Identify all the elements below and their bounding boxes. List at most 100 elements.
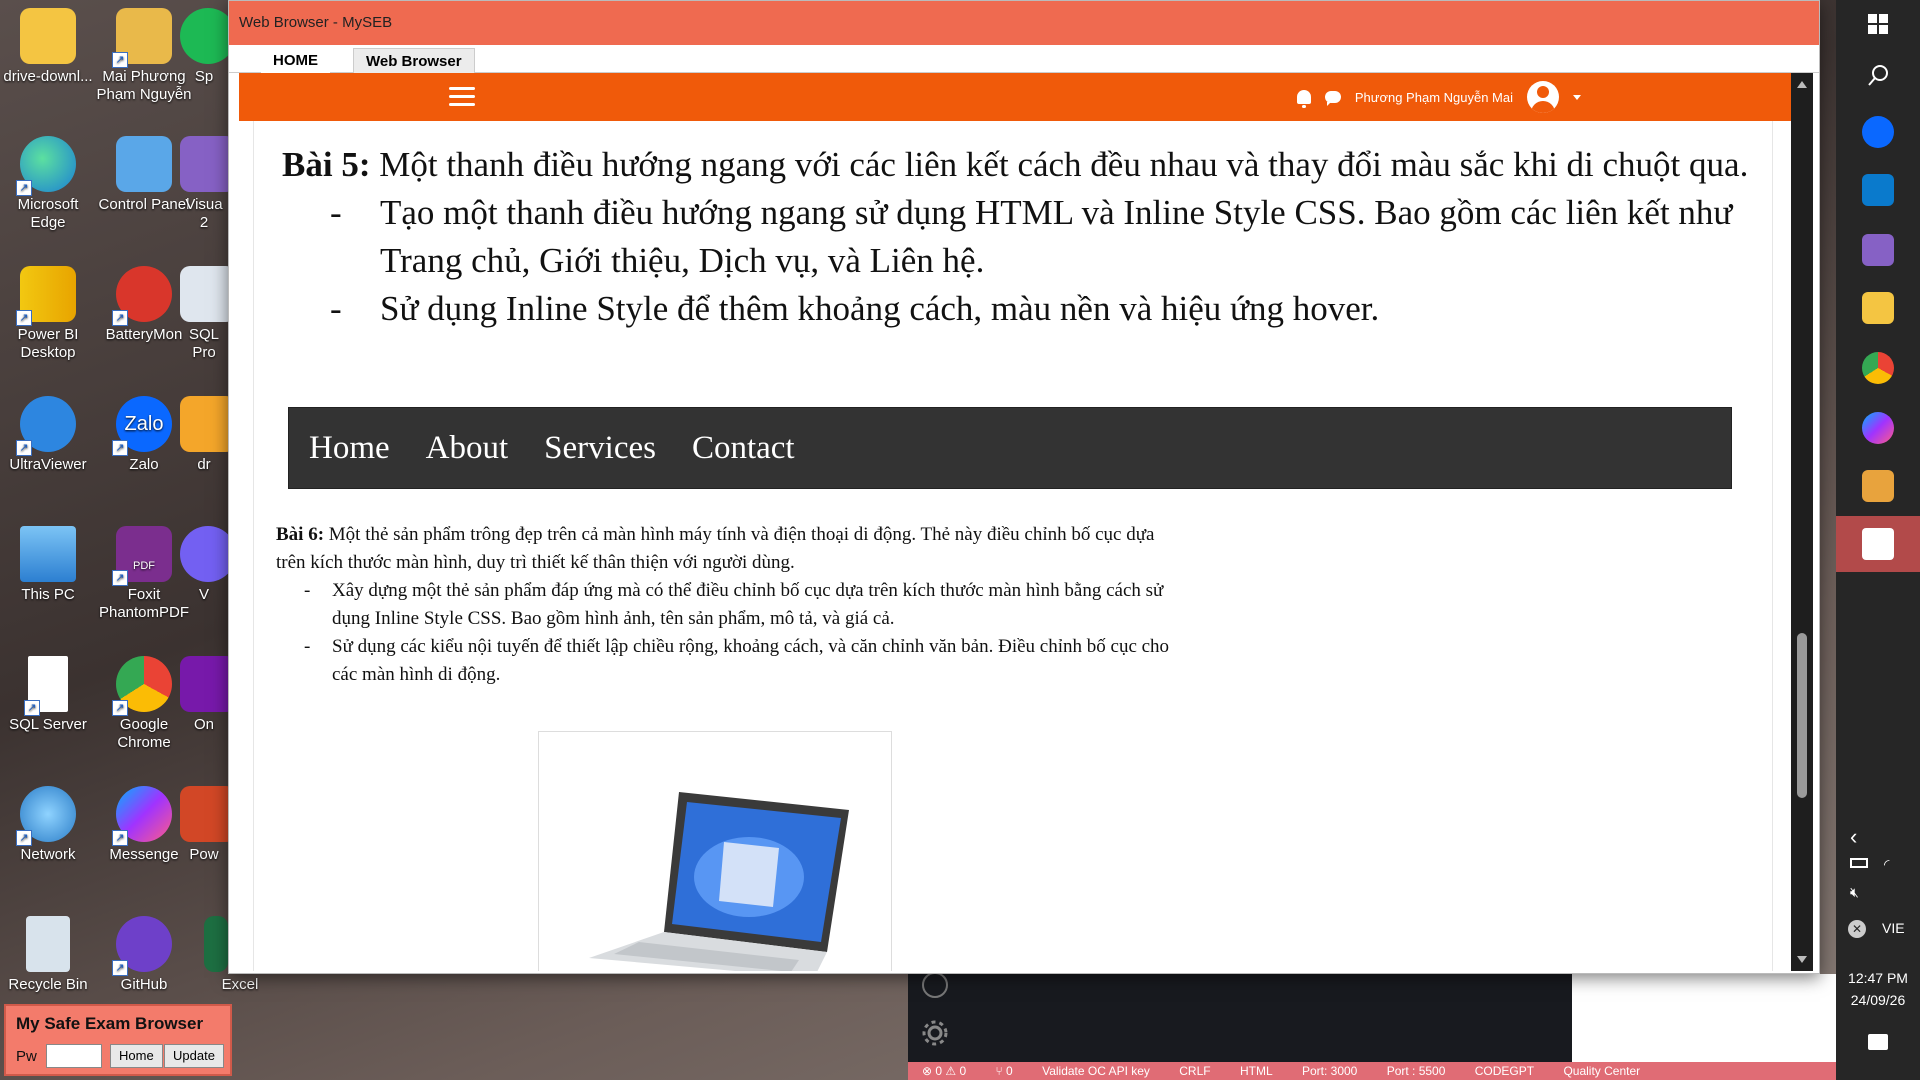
notification-icon[interactable]	[1868, 1034, 1888, 1050]
desktop-icon-powerbi[interactable]: ↗ Power BI Desktop	[0, 266, 96, 362]
close-circle-icon[interactable]: ✕	[1848, 920, 1866, 938]
tab-web-browser[interactable]: Web Browser	[353, 48, 475, 73]
messenger-taskbar-icon[interactable]	[1862, 412, 1894, 444]
update-button[interactable]: Update	[164, 1044, 224, 1068]
status-problems[interactable]: ⊗ 0 ⚠ 0	[922, 1064, 966, 1078]
desktop-icon-batterymon[interactable]: ↗ BatteryMon	[96, 266, 192, 344]
menu-icon[interactable]	[449, 87, 475, 107]
demo-nav-services[interactable]: Services	[544, 430, 656, 467]
desktop-icon-network[interactable]: ↗ Network	[0, 786, 96, 864]
desktop-icon-chrome[interactable]: ↗ Google Chrome	[96, 656, 192, 752]
header-user-area: Phương Phạm Nguyễn Mai	[1296, 81, 1581, 113]
desktop-icon-powerpoint[interactable]: Pow	[180, 786, 228, 864]
seb-taskbar-active[interactable]	[1836, 516, 1920, 572]
window-title-bar[interactable]: Web Browser - MySEB	[229, 1, 1819, 45]
desktop-icon-recycle-bin[interactable]: Recycle Bin	[0, 916, 96, 994]
desktop-icon-drive[interactable]: dr	[180, 396, 228, 474]
this-pc-icon	[20, 526, 76, 582]
exercise-5-text: Một thanh điều hướng ngang với các liên …	[370, 145, 1749, 184]
powerpoint-icon	[180, 786, 228, 842]
window-tab-strip: HOME Web Browser	[229, 45, 1819, 73]
account-icon[interactable]	[920, 970, 950, 1000]
status-port-3000[interactable]: Port: 3000	[1302, 1064, 1357, 1078]
demo-nav-home[interactable]: Home	[309, 430, 390, 467]
desktop-icon-messenger[interactable]: ↗ Messenge	[96, 786, 192, 864]
excel-icon	[204, 916, 228, 972]
desktop-icon-this-pc[interactable]: This PC	[0, 526, 96, 604]
volume-muted-icon[interactable]: 🔇︎	[1850, 884, 1859, 901]
status-codegpt[interactable]: CODEGPT	[1475, 1064, 1534, 1078]
exercise-5-item: - Tạo một thanh điều hướng ngang sử dụng…	[330, 193, 1733, 280]
wifi-icon[interactable]: ◜	[1884, 856, 1889, 873]
demo-nav-about[interactable]: About	[426, 430, 509, 467]
spotify-icon	[180, 8, 228, 64]
status-quality-center[interactable]: Quality Center	[1563, 1064, 1640, 1078]
messenger-icon: ↗	[112, 786, 172, 846]
desktop-icon-foxit[interactable]: PDF ↗ Foxit PhantomPDF	[96, 526, 192, 622]
visual-studio-icon	[180, 136, 228, 192]
scrollbar-thumb[interactable]	[1797, 633, 1807, 798]
scroll-up-icon[interactable]	[1797, 81, 1807, 88]
status-ports[interactable]: ⑂ 0	[996, 1064, 1013, 1078]
sql-profiler-icon	[180, 266, 228, 322]
desktop-icon-viber[interactable]: V	[180, 526, 228, 604]
desktop-icon-drive-download[interactable]: drive-downl...	[0, 8, 96, 86]
vscode-taskbar-icon[interactable]	[1862, 174, 1894, 206]
bell-icon[interactable]	[1296, 90, 1311, 108]
desktop-icon-onenote[interactable]: On	[180, 656, 228, 734]
chrome-icon: ↗	[112, 656, 172, 716]
clock-time[interactable]: 12:47 PM	[1836, 968, 1920, 988]
gear-icon[interactable]	[920, 1018, 950, 1048]
user-folder-icon: ↗	[112, 8, 172, 68]
status-validate-key[interactable]: Validate OC API key	[1042, 1064, 1150, 1078]
language-indicator[interactable]: VIE	[1882, 920, 1905, 936]
status-line-ending[interactable]: CRLF	[1179, 1064, 1210, 1078]
status-language[interactable]: HTML	[1240, 1064, 1273, 1078]
drive-icon	[180, 396, 228, 452]
desktop-icon-control-panel[interactable]: Control Panel	[96, 136, 192, 214]
network-icon: ↗	[16, 786, 76, 846]
desktop-icon-visual-studio[interactable]: Visua 2	[180, 136, 228, 232]
demo-horizontal-nav: Home About Services Contact	[288, 407, 1732, 489]
desktop-icon-edge[interactable]: ↗ Microsoft Edge	[0, 136, 96, 232]
tab-home[interactable]: HOME	[261, 48, 330, 73]
seb-browser-window: Web Browser - MySEB HOME Web Browser Phư…	[228, 0, 1820, 974]
chrome-taskbar-icon[interactable]	[1862, 352, 1894, 384]
avatar[interactable]	[1527, 81, 1559, 113]
clock-date[interactable]: 24/09/26	[1836, 990, 1920, 1010]
home-button[interactable]: Home	[110, 1044, 163, 1068]
snipping-tool-taskbar-icon[interactable]	[1862, 470, 1894, 502]
status-port-5500[interactable]: Port : 5500	[1387, 1064, 1446, 1078]
zalo-icon: Zalo ↗	[112, 396, 172, 456]
demo-nav-contact[interactable]: Contact	[692, 430, 795, 467]
powerbi-icon: ↗	[16, 266, 76, 326]
visual-studio-taskbar-icon[interactable]	[1862, 234, 1894, 266]
password-input[interactable]	[46, 1044, 102, 1068]
user-name[interactable]: Phương Phạm Nguyễn Mai	[1355, 90, 1513, 105]
chevron-left-icon[interactable]: ‹	[1850, 824, 1857, 850]
desktop-icon-sql-profiler[interactable]: SQL Pro	[180, 266, 228, 362]
chevron-down-icon[interactable]	[1573, 94, 1581, 100]
battery-icon[interactable]	[1850, 858, 1868, 868]
site-header: Phương Phạm Nguyễn Mai	[239, 73, 1791, 121]
foxit-icon: PDF ↗	[112, 526, 172, 586]
desktop-icon-ultraviewer[interactable]: ↗ UltraViewer	[0, 396, 96, 474]
zalo-taskbar-icon[interactable]	[1862, 116, 1894, 148]
editor-status-bar: ⊗ 0 ⚠ 0 ⑂ 0 Validate OC API key CRLF HTM…	[908, 1062, 1836, 1080]
desktop-icon-user-folder[interactable]: ↗ Mai Phương Phạm Nguyễn	[96, 8, 192, 104]
myseb-widget: My Safe Exam Browser Pw Home Update	[4, 1004, 232, 1076]
recycle-bin-icon	[26, 916, 70, 972]
desktop-icon-sql-server[interactable]: ↗ SQL Server	[0, 656, 96, 734]
vertical-scrollbar[interactable]	[1791, 73, 1813, 971]
desktop-icon-zalo[interactable]: Zalo ↗ Zalo	[96, 396, 192, 474]
desktop-icon-github[interactable]: ↗ GitHub	[96, 916, 192, 994]
onenote-icon	[180, 656, 228, 712]
product-card	[538, 731, 892, 971]
chat-icon[interactable]	[1324, 91, 1341, 106]
windows-start-icon[interactable]	[1862, 8, 1894, 40]
desktop-icon-spotify[interactable]: Sp	[180, 8, 228, 86]
file-explorer-taskbar-icon[interactable]	[1862, 292, 1894, 324]
search-icon[interactable]	[1862, 60, 1894, 92]
scroll-down-icon[interactable]	[1797, 956, 1807, 963]
exercise-5-item: - Sử dụng Inline Style để thêm khoảng cá…	[330, 289, 1380, 328]
